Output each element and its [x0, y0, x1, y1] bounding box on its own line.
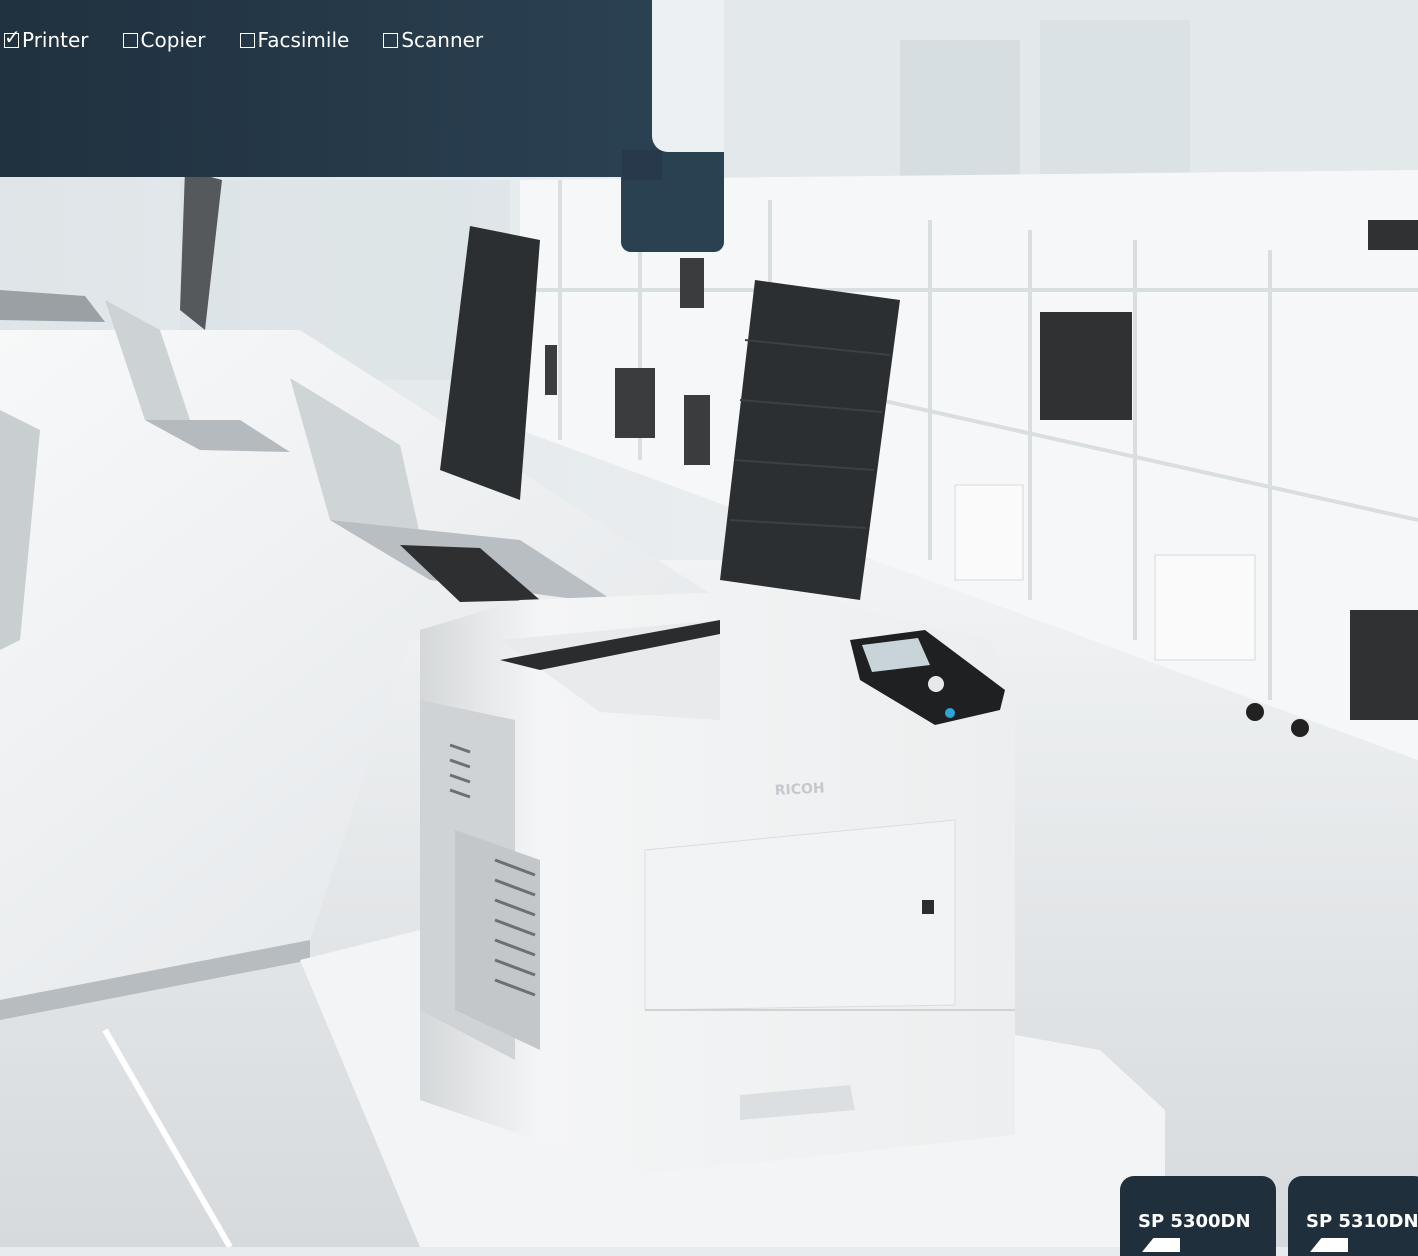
service-copier: Copier [122, 28, 206, 52]
service-printer: Printer [4, 25, 89, 52]
printer-icon [1310, 1238, 1348, 1252]
model-tab-sp5310dn[interactable]: SP 5310DN [1288, 1176, 1418, 1256]
empty-box-icon [122, 32, 138, 48]
empty-box-icon [239, 32, 255, 48]
service-label: Printer [22, 28, 89, 52]
printer-illustration: RICOH [420, 590, 1015, 1175]
service-checklist: Printer Copier Facsimile Scanner [4, 25, 483, 52]
model-tab-label: SP 5310DN [1306, 1211, 1418, 1232]
printer-brand-label: RICOH [774, 780, 825, 799]
header-panel [0, 0, 652, 177]
empty-box-icon [383, 32, 399, 48]
checked-box-icon [4, 25, 21, 49]
printer-icon [1142, 1238, 1180, 1252]
model-tab-sp5300dn[interactable]: SP 5300DN [1120, 1176, 1276, 1256]
service-scanner: Scanner [383, 28, 483, 52]
service-label: Scanner [401, 28, 484, 52]
service-label: Facsimile [257, 28, 350, 52]
service-label: Copier [140, 28, 206, 52]
model-tab-label: SP 5300DN [1138, 1211, 1251, 1232]
service-facsimile: Facsimile [239, 28, 350, 52]
